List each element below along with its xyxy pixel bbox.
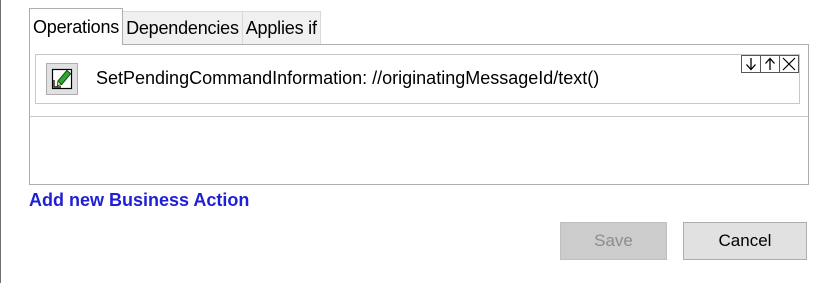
remove-button[interactable]: [779, 55, 799, 73]
tab-applies-if[interactable]: Applies if: [241, 11, 321, 45]
tab-applies-if-label: Applies if: [245, 18, 317, 38]
operation-item: SetPendingCommandInformation: //originat…: [35, 54, 800, 104]
tab-bar: Operations Dependencies Applies if: [29, 8, 321, 45]
business-action-editor: Operations Dependencies Applies if SetPe…: [1, 0, 827, 283]
operations-panel: SetPendingCommandInformation: //originat…: [29, 44, 809, 185]
tab-operations[interactable]: Operations: [29, 8, 124, 45]
move-up-icon: [765, 57, 775, 70]
move-down-button[interactable]: [741, 55, 761, 73]
tab-dependencies[interactable]: Dependencies: [122, 11, 243, 45]
save-button[interactable]: Save: [560, 222, 667, 260]
tab-dependencies-label: Dependencies: [126, 18, 239, 38]
panel-separator: [30, 116, 808, 117]
edit-pencil-icon: [51, 68, 73, 90]
move-up-button[interactable]: [760, 55, 780, 73]
remove-icon: [782, 57, 796, 71]
cancel-button[interactable]: Cancel: [683, 222, 807, 260]
edit-operation-button[interactable]: [46, 63, 78, 95]
operation-controls: [741, 55, 799, 73]
move-down-icon: [746, 58, 756, 71]
operation-label: SetPendingCommandInformation: //originat…: [96, 68, 600, 88]
add-business-action-link[interactable]: Add new Business Action: [29, 190, 249, 211]
tab-operations-label: Operations: [33, 16, 120, 37]
